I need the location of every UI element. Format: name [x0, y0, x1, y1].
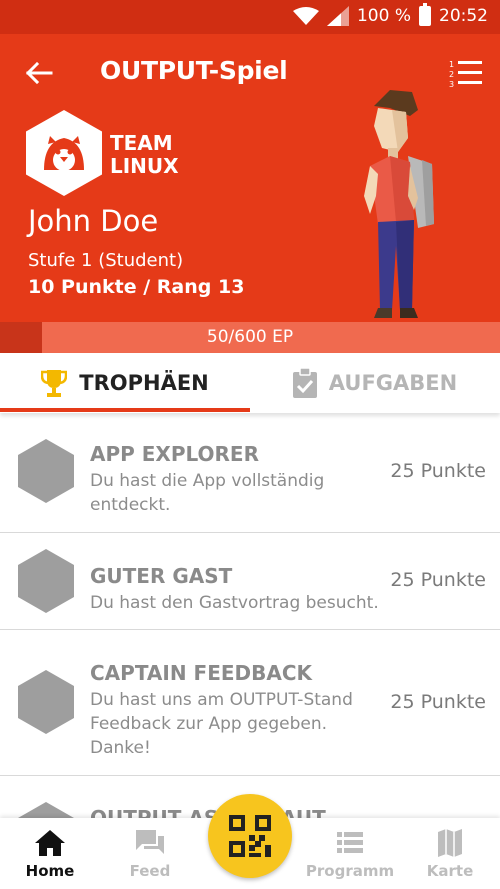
clock: 20:52 — [439, 6, 488, 26]
qr-scan-button[interactable] — [208, 794, 292, 878]
nav-home-label: Home — [25, 862, 75, 880]
list-item[interactable]: APP EXPLORER Du hast die App vollständig… — [0, 418, 500, 533]
player-avatar — [364, 90, 434, 318]
nav-programm[interactable]: Programm — [300, 818, 400, 889]
team-name: TEAM LINUX — [110, 131, 179, 178]
tab-bar: TROPHÄEN AUFGABEN — [0, 353, 500, 413]
progress-label: 50/600 EP — [206, 327, 294, 347]
qr-code-icon — [229, 815, 271, 857]
status-icons: 100 % 20:52 — [292, 3, 488, 26]
trophy-points: 25 Punkte — [390, 691, 486, 713]
trophy-badge-icon — [18, 439, 74, 503]
list-icon — [337, 832, 363, 853]
nav-feed-label: Feed — [129, 862, 171, 880]
user-points-rank: 10 Punkte / Rang 13 — [28, 276, 245, 298]
trophy-badge-icon — [18, 670, 74, 734]
trophy-title: GUTER GAST — [90, 564, 233, 588]
active-tab-indicator — [0, 408, 250, 412]
tab-tasks-label: AUFGABEN — [328, 371, 458, 395]
trophy-description: Du hast den Gastvortrag besucht. — [90, 593, 379, 613]
clipboard-check-icon — [292, 368, 317, 398]
battery-icon — [419, 3, 431, 26]
experience-progress-bar: 50/600 EP — [0, 322, 500, 353]
trophy-description: Du hast die App vollständig entdeckt. — [90, 471, 325, 515]
nav-karte-label: Karte — [426, 862, 474, 880]
nav-home[interactable]: Home — [0, 818, 100, 889]
user-level: Stufe 1 (Student) — [28, 250, 184, 271]
profile-header: OUTPUT-Spiel 1 2 3 TEAM LINUX John Doe S… — [0, 34, 500, 322]
wifi-icon — [292, 7, 319, 25]
home-icon — [35, 830, 65, 856]
nav-karte[interactable]: Karte — [400, 818, 500, 889]
user-name: John Doe — [28, 204, 159, 238]
trophy-icon — [41, 370, 68, 397]
svg-text:1: 1 — [449, 60, 454, 69]
trophy-title: OUTPUT ASTRONAUT — [90, 806, 326, 818]
team-linux-logo-icon — [26, 110, 102, 196]
trophy-title: APP EXPLORER — [90, 442, 259, 466]
trophy-list: APP EXPLORER Du hast die App vollständig… — [0, 418, 500, 818]
map-icon — [438, 829, 462, 857]
nav-programm-label: Programm — [305, 862, 395, 880]
ranking-list-icon[interactable]: 1 2 3 — [448, 58, 482, 88]
trophy-badge-icon — [18, 549, 74, 613]
trophy-points: 25 Punkte — [390, 569, 486, 591]
svg-text:2: 2 — [449, 70, 454, 79]
trophy-description: Du hast uns am OUTPUT-Stand Feedback zur… — [90, 690, 353, 758]
battery-percentage: 100 % — [356, 6, 411, 26]
cellular-signal-icon — [326, 6, 349, 26]
tab-trophies[interactable]: TROPHÄEN — [0, 353, 250, 413]
back-arrow-icon[interactable] — [22, 56, 56, 90]
trophy-badge-icon — [18, 802, 74, 818]
status-bar: 100 % 20:52 — [0, 0, 500, 34]
tab-tasks[interactable]: AUFGABEN — [250, 353, 500, 413]
list-item[interactable]: GUTER GAST Du hast den Gastvortrag besuc… — [0, 533, 500, 630]
trophy-points: 25 Punkte — [390, 460, 486, 482]
chat-icon — [136, 830, 164, 854]
trophy-title: CAPTAIN FEEDBACK — [90, 661, 313, 685]
page-title: OUTPUT-Spiel — [100, 56, 288, 85]
tab-trophies-label: TROPHÄEN — [79, 371, 209, 395]
list-item[interactable]: CAPTAIN FEEDBACK Du hast uns am OUTPUT-S… — [0, 630, 500, 776]
nav-feed[interactable]: Feed — [100, 818, 200, 889]
